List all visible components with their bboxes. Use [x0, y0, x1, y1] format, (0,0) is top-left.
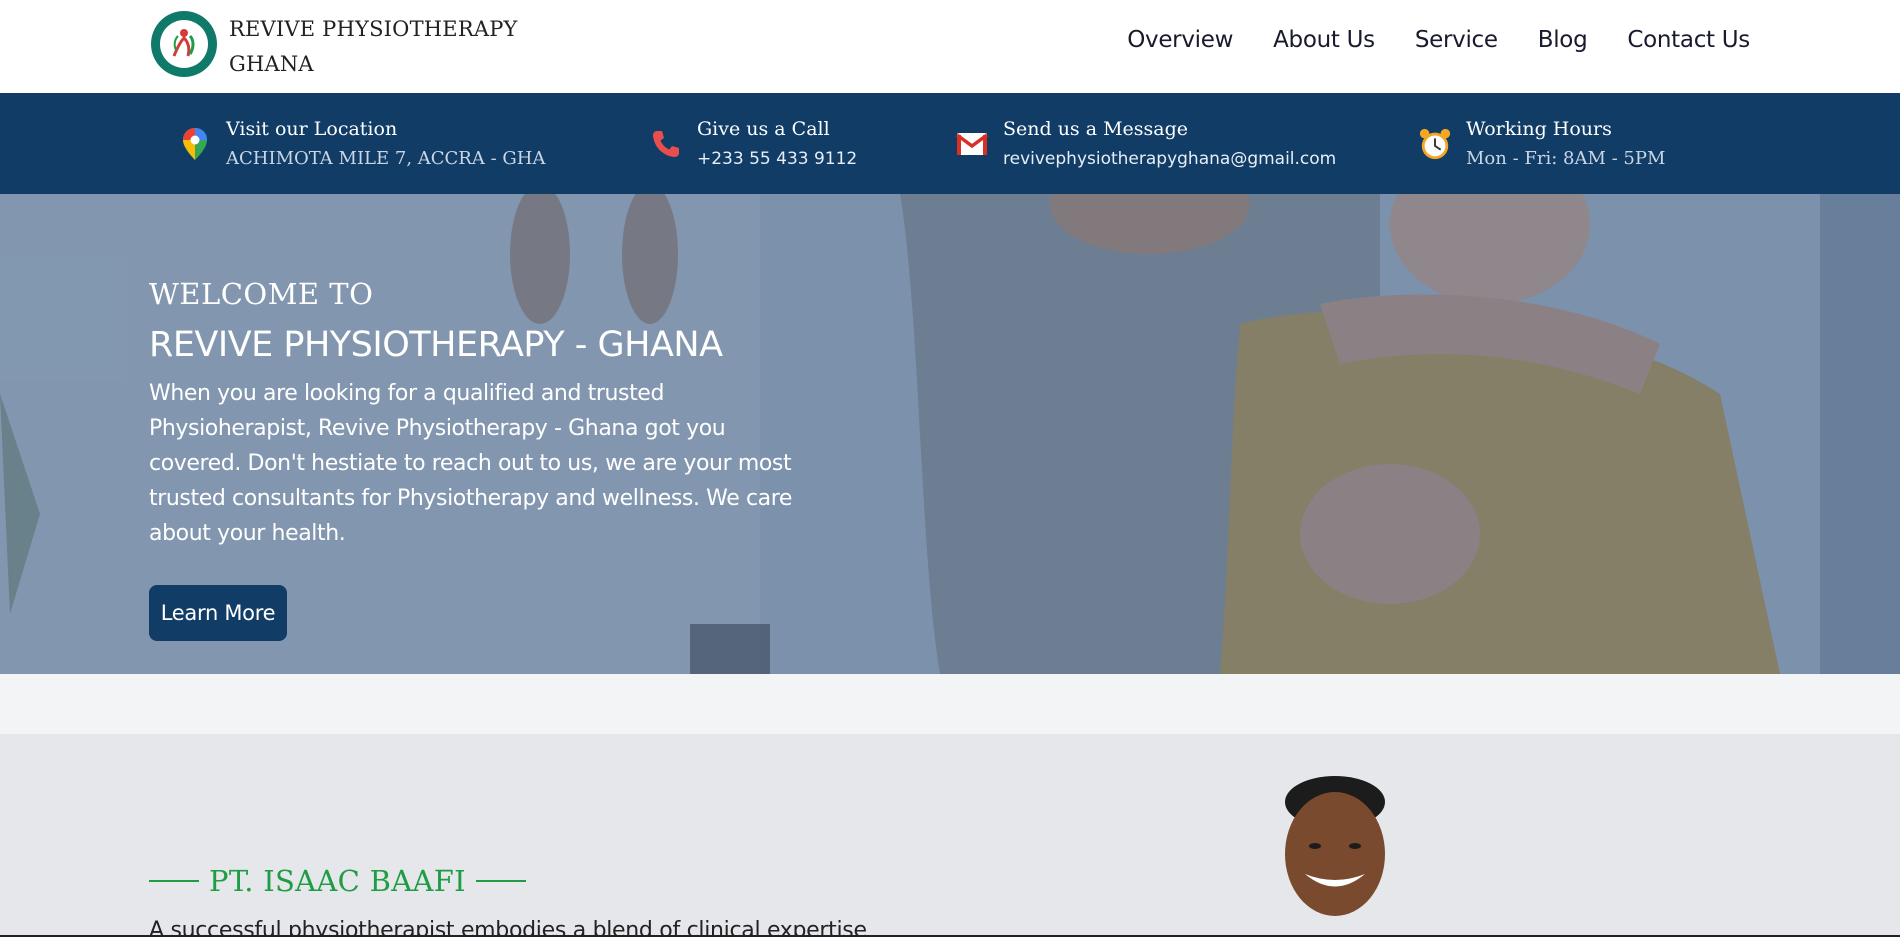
nav-service[interactable]: Service — [1415, 27, 1498, 53]
logo-inner — [160, 20, 208, 68]
nav-overview[interactable]: Overview — [1127, 27, 1233, 53]
message-value[interactable]: revivephysiotherapyghana@gmail.com — [1003, 144, 1336, 174]
info-hours: Working Hours Mon - Fri: 8AM - 5PM — [1418, 93, 1665, 194]
logo-figure-icon — [172, 29, 195, 57]
info-message: Send us a Message revivephysiotherapygha… — [955, 93, 1336, 194]
hero-welcome: WELCOME TO — [149, 277, 374, 311]
brand-name-line2: GHANA — [229, 52, 314, 76]
hero-content: WELCOME TO REVIVE PHYSIOTHERAPY - GHANA … — [149, 274, 809, 551]
message-title: Send us a Message — [1003, 117, 1189, 140]
main-nav: Overview About Us Service Blog Contact U… — [1127, 27, 1750, 53]
info-call: Give us a Call +233 55 433 9112 — [649, 93, 857, 194]
brand-name-line1: REVIVE PHYSIOTHERAPY — [229, 17, 518, 41]
nav-blog[interactable]: Blog — [1538, 27, 1588, 53]
brand-name[interactable]: REVIVE PHYSIOTHERAPY GHANA — [229, 12, 549, 82]
nav-contact-us[interactable]: Contact Us — [1627, 27, 1750, 53]
call-value[interactable]: +233 55 433 9112 — [697, 144, 857, 174]
about-heading: PT. ISAAC BAAFI — [149, 864, 526, 898]
section-divider-band — [0, 674, 1900, 734]
hours-value: Mon - Fri: 8AM - 5PM — [1466, 147, 1666, 169]
call-title: Give us a Call — [697, 117, 830, 140]
nav-about-us[interactable]: About Us — [1273, 27, 1375, 53]
alarm-clock-icon — [1418, 127, 1452, 161]
hero-description: When you are looking for a qualified and… — [149, 381, 793, 546]
map-pin-icon — [178, 127, 212, 161]
location-title: Visit our Location — [226, 117, 398, 140]
contact-info-bar: Visit our Location ACHIMOTA MILE 7, ACCR… — [0, 93, 1900, 194]
heading-line-left — [149, 880, 199, 882]
logo-icon[interactable] — [151, 11, 217, 77]
hero-section: WELCOME TO REVIVE PHYSIOTHERAPY - GHANA … — [0, 194, 1900, 674]
about-section: PT. ISAAC BAAFI A successful physiothera… — [0, 734, 1900, 937]
phone-icon — [649, 127, 683, 161]
heading-line-right — [475, 880, 526, 882]
therapist-portrait-image — [1270, 774, 1400, 937]
mail-icon — [955, 127, 989, 161]
hero-title: REVIVE PHYSIOTHERAPY - GHANA — [149, 325, 723, 365]
hours-title: Working Hours — [1466, 117, 1612, 140]
therapist-name: PT. ISAAC BAAFI — [209, 864, 466, 898]
location-value: ACHIMOTA MILE 7, ACCRA - GHA — [226, 147, 546, 169]
info-location: Visit our Location ACHIMOTA MILE 7, ACCR… — [178, 93, 545, 194]
site-header: REVIVE PHYSIOTHERAPY GHANA Overview Abou… — [0, 0, 1900, 93]
learn-more-button[interactable]: Learn More — [149, 585, 287, 641]
